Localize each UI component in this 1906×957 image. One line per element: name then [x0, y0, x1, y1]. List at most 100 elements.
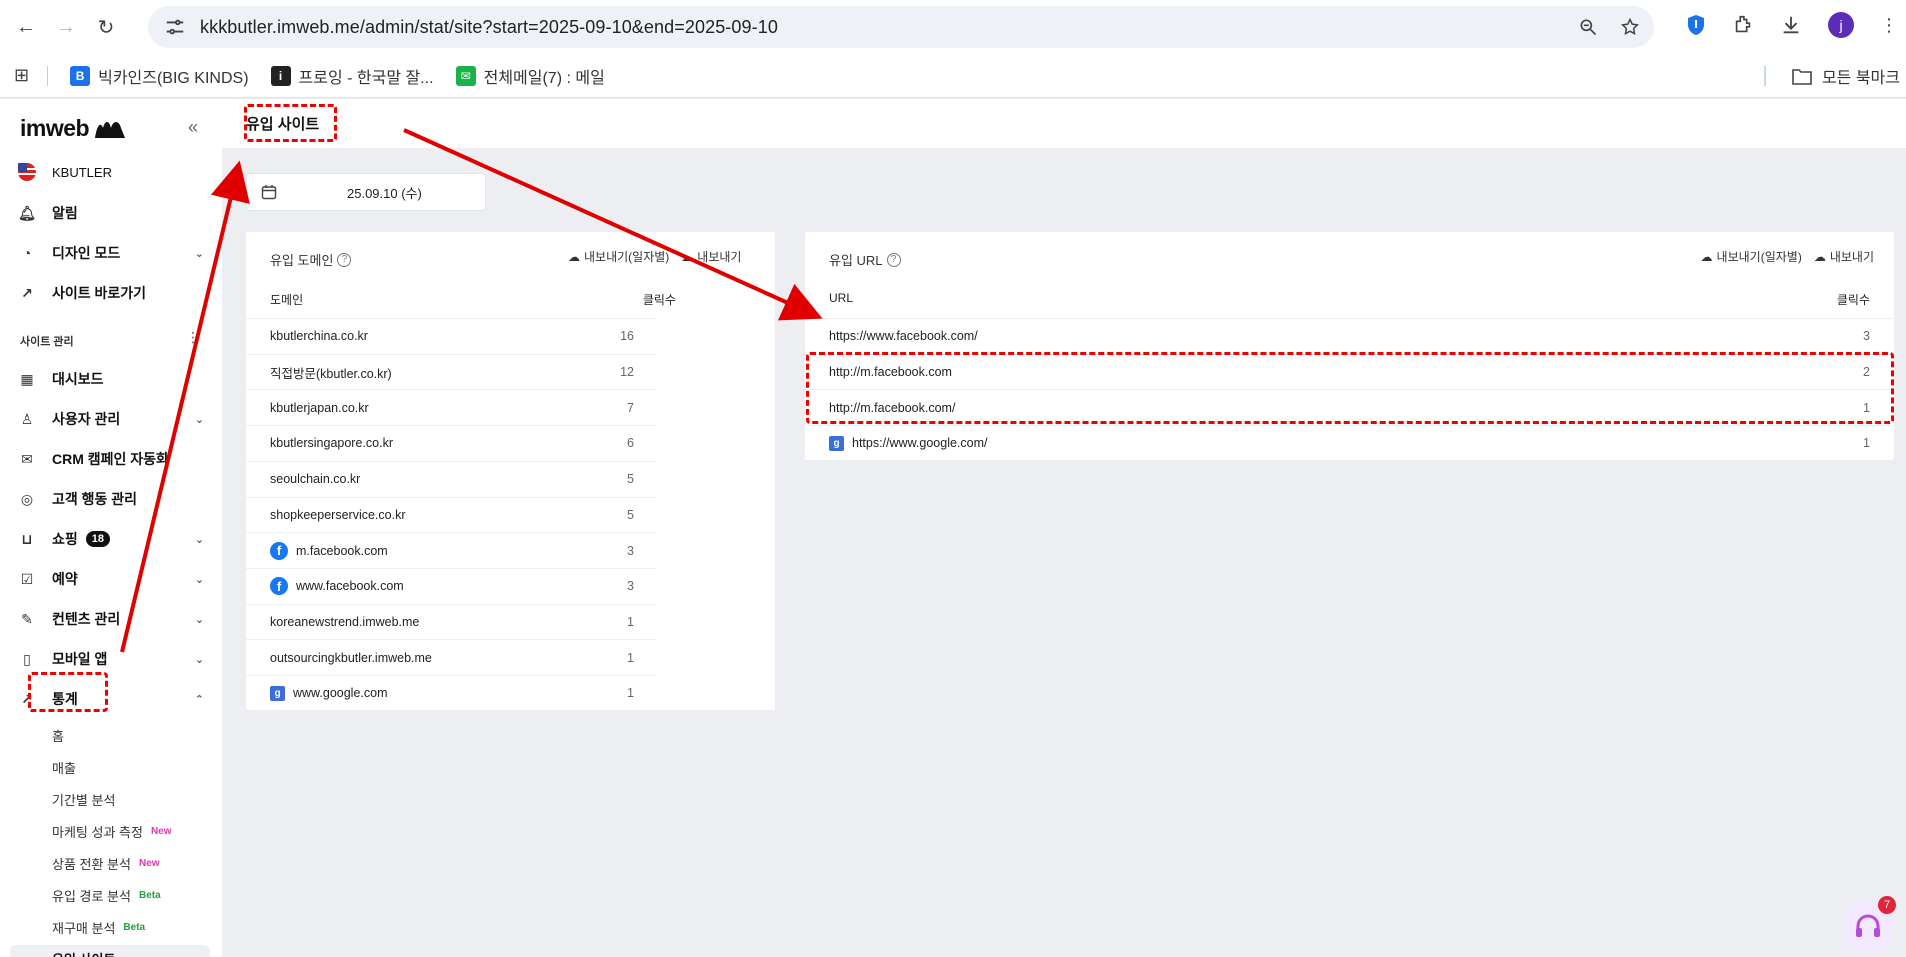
forward-icon[interactable]: →	[52, 13, 80, 41]
date-value: 25.09.10 (수)	[347, 185, 422, 201]
stat-sub-inflow-site[interactable]: 유입 사이트	[52, 949, 115, 957]
stat-sub-marketing[interactable]: 마케팅 성과 측정 New	[52, 822, 172, 841]
site-settings-icon[interactable]	[164, 16, 186, 38]
download-icon[interactable]	[1780, 14, 1802, 36]
stat-sub-period[interactable]: 기간별 분석	[52, 790, 115, 809]
export-actions: ☁ 내보내기(일자별) ☁ 내보내기	[1701, 248, 1874, 265]
collapse-sidebar-icon[interactable]: «	[188, 117, 198, 138]
sidebar-item-label: 쇼핑	[52, 531, 78, 547]
sidebar-item-label: 디자인 모드	[52, 245, 121, 261]
address-bar[interactable]: kkkbutler.imweb.me/admin/stat/site?start…	[148, 6, 1654, 48]
table-row: https://www.facebook.com/3	[805, 318, 1894, 354]
star-icon[interactable]	[1620, 17, 1640, 37]
row-count: 5	[627, 472, 634, 487]
sidebar-item-visit-site[interactable]: ↗ 사이트 바로가기	[18, 283, 204, 303]
site-selector[interactable]: KBUTLER	[18, 163, 204, 181]
url-text[interactable]: kkkbutler.imweb.me/admin/stat/site?start…	[200, 17, 778, 38]
divider	[47, 65, 49, 86]
google-icon: g	[829, 435, 844, 451]
bookmark-icon: B	[70, 65, 91, 86]
row-label: shopkeeperservice.co.kr	[270, 507, 406, 522]
help-icon[interactable]: ?	[886, 252, 901, 267]
external-link-icon: ↗	[21, 284, 33, 301]
sidebar-item-design-mode[interactable]: ◔ 디자인 모드 ⌄	[18, 243, 204, 263]
logo[interactable]: imweb	[20, 115, 127, 142]
row-name: f www.facebook.com	[270, 577, 404, 596]
panel-title: 유입 도메인 ?	[270, 250, 352, 269]
folder-icon	[1792, 68, 1812, 85]
sidebar-item-dashboard[interactable]: ▦ 대시보드	[18, 369, 204, 389]
chevron-down-icon: ⌄	[194, 573, 204, 586]
stat-sub-product-conversion[interactable]: 상품 전환 분석 New	[52, 854, 160, 873]
row-count: 1	[627, 614, 634, 629]
sidebar-item-contents[interactable]: ✎ 컨텐츠 관리 ⌄	[18, 609, 204, 629]
mobile-icon: ▯	[23, 650, 31, 667]
row-name: g https://www.google.com/	[829, 435, 987, 451]
stat-sub-home[interactable]: 홈	[52, 726, 64, 745]
row-count: 1	[627, 686, 634, 701]
bookmarks-bar: ⊞ B 빅카인즈(BIG KINDS) i 프로잉 - 한국말 잘... ✉ 전…	[0, 54, 1906, 98]
stat-sub-repurchase[interactable]: 재구매 분석 Beta	[52, 918, 145, 937]
chevron-down-icon: ⌄	[194, 613, 204, 626]
menu-icon[interactable]: ⋮	[1880, 15, 1898, 36]
sidebar-item-shopping[interactable]: ⊔ 쇼핑 18 ⌄	[18, 529, 204, 549]
divider	[1764, 65, 1766, 86]
more-icon[interactable]: ⋮	[186, 329, 200, 346]
row-count: 5	[627, 507, 634, 522]
extensions-icon[interactable]	[1732, 14, 1754, 36]
row-name: f m.facebook.com	[270, 541, 388, 560]
notification-badge: 7	[1878, 896, 1896, 914]
bookmark-proing[interactable]: i 프로잉 - 한국말 잘...	[270, 64, 434, 88]
annotation-box-title	[244, 104, 337, 142]
bookmark-bigkinds[interactable]: B 빅카인즈(BIG KINDS)	[70, 64, 249, 88]
logo-text: imweb	[20, 115, 90, 141]
row-name: koreanewstrend.imweb.me	[270, 615, 419, 629]
column-header-url: URL	[829, 291, 854, 305]
table-row: kbutlerjapan.co.kr 7	[246, 389, 656, 425]
bookmark-mail[interactable]: ✉ 전체메일(7) : 메일	[455, 64, 605, 88]
sidebar-item-mobile-app[interactable]: ▯ 모바일 앱 ⌄	[18, 649, 204, 669]
export-button[interactable]: ☁ 내보내기	[681, 248, 741, 265]
mail-icon: ✉	[455, 65, 476, 86]
sidebar-item-users[interactable]: ♙ 사용자 관리 ⌄	[18, 409, 204, 429]
sidebar-item-alerts[interactable]: 🔔︎ 알림	[18, 203, 204, 223]
sidebar-item-crm[interactable]: ✉ CRM 캠페인 자동화	[18, 449, 204, 469]
row-count: 3	[627, 579, 634, 594]
beta-tag: Beta	[123, 922, 146, 933]
zoom-icon[interactable]	[1578, 17, 1598, 37]
date-picker[interactable]: 25.09.10 (수)	[246, 173, 486, 211]
export-actions: ☁ 내보내기(일자별) ☁ 내보내기	[568, 248, 741, 265]
site-name: KBUTLER	[52, 164, 112, 180]
reload-icon[interactable]: ↻	[92, 13, 120, 41]
avatar[interactable]: j	[1828, 12, 1854, 38]
sidebar-item-customer-behavior[interactable]: ◎ 고객 행동 관리	[18, 489, 204, 509]
row-name: kbutlerchina.co.kr	[270, 329, 368, 343]
row-name: g www.google.com	[270, 685, 388, 701]
help-icon[interactable]: ?	[337, 252, 352, 267]
stat-sub-inflow-path[interactable]: 유입 경로 분석 Beta	[52, 886, 161, 905]
sidebar-item-reservation[interactable]: ☑ 예약 ⌄	[18, 569, 204, 589]
row-count: 16	[620, 329, 634, 344]
section-label: 사이트 관리	[20, 336, 74, 348]
back-icon[interactable]: ←	[12, 13, 40, 41]
export-label: 내보내기	[697, 250, 742, 264]
stat-sub-sales[interactable]: 매출	[52, 758, 76, 777]
row-count: 7	[627, 400, 634, 415]
table-row: g www.google.com 1	[246, 675, 656, 711]
row-name: https://www.facebook.com/	[829, 329, 978, 343]
row-label: kbutlerchina.co.kr	[270, 329, 368, 344]
row-name: seoulchain.co.kr	[270, 472, 360, 486]
all-bookmarks-label: 모든 북마크	[1821, 69, 1900, 87]
sidebar-item-label: 알림	[52, 205, 78, 221]
chevron-down-icon: ⌄	[194, 533, 204, 546]
all-bookmarks[interactable]: 모든 북마크	[1792, 64, 1900, 88]
panel-title-text: 유입 URL	[829, 253, 883, 268]
page-header: 유입 사이트	[222, 99, 1906, 148]
shield-icon[interactable]	[1686, 14, 1706, 36]
url-panel: 유입 URL ? ☁ 내보내기(일자별) ☁ 내보내기 URL 클릭수 https:…	[805, 232, 1894, 460]
export-daily-button[interactable]: ☁ 내보내기(일자별)	[568, 248, 669, 265]
row-count: 12	[620, 365, 634, 380]
export-button[interactable]: ☁ 내보내기	[1814, 248, 1874, 265]
export-daily-button[interactable]: ☁ 내보내기(일자별)	[1701, 248, 1802, 265]
apps-icon[interactable]: ⊞	[14, 65, 29, 86]
